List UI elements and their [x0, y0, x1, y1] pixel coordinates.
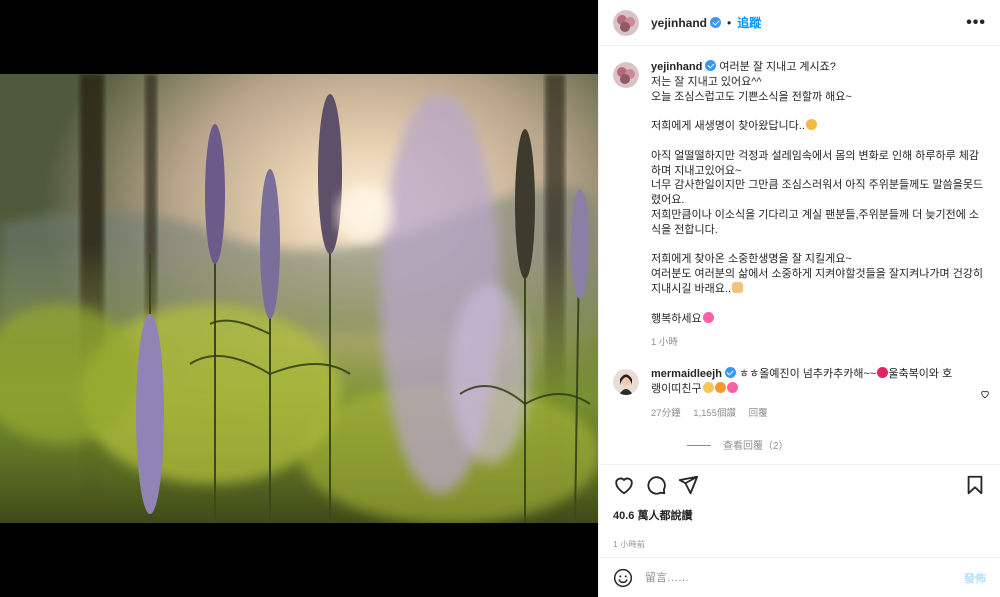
- verified-badge-icon: [710, 17, 722, 28]
- more-options-icon[interactable]: •••: [966, 14, 986, 32]
- caption: yejinhand 여러분 잘 지내고 계시죠? 저는 잘 지내고 있어요^^ …: [613, 60, 986, 351]
- caption-line: 식을 전합니다.: [651, 223, 718, 236]
- avatar[interactable]: [613, 62, 639, 88]
- instagram-post-modal: yejinhand • 追蹤 ••• yejinhand 여러분 잘 지내고 계…: [0, 0, 1000, 597]
- comment-text: 랭이띠친구: [651, 382, 702, 395]
- comment-likes[interactable]: 1,155個讚: [693, 408, 736, 419]
- caption-username[interactable]: yejinhand: [651, 61, 702, 73]
- tiger-emoji-icon: [714, 381, 726, 393]
- caption-line: 지내시길 바래요..: [651, 281, 986, 297]
- action-bar: [613, 465, 986, 505]
- avatar-image: [613, 369, 639, 396]
- smile-icon[interactable]: [613, 568, 633, 588]
- caption-line: [651, 104, 986, 119]
- likes-summary[interactable]: 40.6 萬人都說讚: [613, 507, 986, 523]
- sparkling-heart-emoji-icon: [726, 381, 738, 393]
- post-time[interactable]: 1 小時前: [613, 539, 986, 550]
- post-header: yejinhand • 追蹤 •••: [599, 0, 1000, 46]
- comment-line: mermaidleejh ㅎㅎ올예진이 넘추카추카해~~ 울축복이와 호: [651, 367, 986, 382]
- caption-body: yejinhand 여러분 잘 지내고 계시죠? 저는 잘 지내고 있어요^^ …: [651, 60, 986, 351]
- comment-icon[interactable]: [645, 474, 667, 496]
- post-comment-button[interactable]: 發佈: [964, 570, 986, 586]
- caption-meta: 1 小時: [651, 336, 986, 351]
- bookmark-icon[interactable]: [964, 474, 986, 496]
- caption-text: 지내시길 바래요..: [651, 282, 732, 295]
- caption-line: [651, 297, 986, 312]
- sparkling-heart-emoji-icon: [702, 311, 714, 323]
- comment: mermaidleejh ㅎㅎ올예진이 넘추카추카해~~ 울축복이와 호 랭이띠친…: [613, 367, 986, 421]
- avatar[interactable]: [613, 369, 639, 396]
- red-heart-emoji-icon: [877, 367, 889, 379]
- comment-text: ㅎㅎ올예진이 넘추카추카해~~: [738, 368, 877, 381]
- caption-line: 저희에게 새생명이 찾아왔답니다..: [651, 119, 986, 134]
- caption-line: yejinhand 여러분 잘 지내고 계시죠?: [651, 60, 986, 75]
- caption-line: [651, 134, 986, 149]
- caption-line: 여러분도 여러분의 삶에서 소중하게 지켜야할것들을 잘지켜나가며 건강히: [651, 268, 984, 281]
- comment-time[interactable]: 27分鐘: [651, 408, 681, 419]
- add-comment-bar: 發佈: [599, 557, 1000, 597]
- heart-icon[interactable]: [613, 474, 635, 496]
- comment-like-heart-icon[interactable]: [980, 389, 990, 399]
- caption-line: 저는 잘 지내고 있어요^^: [651, 75, 762, 88]
- post-actions-area: 40.6 萬人都說讚 1 小時前: [599, 464, 1000, 550]
- verified-badge-icon: [724, 367, 736, 379]
- caption-text: 저희에게 새생명이 찾아왔답니다..: [651, 120, 805, 133]
- verified-badge-icon: [705, 60, 717, 71]
- avatar-image: [613, 62, 639, 88]
- comment-body: mermaidleejh ㅎㅎ올예진이 넘추카추카해~~ 울축복이와 호 랭이띠친…: [651, 367, 986, 421]
- caption-line: 너무 감사한일이지만 그만큼 조심스러워서 아직 주위분들께도 말씀을못드: [651, 179, 984, 192]
- reply-button[interactable]: 回覆: [749, 408, 768, 419]
- caption-time[interactable]: 1 小時: [651, 337, 678, 348]
- caption-text: 여러분 잘 지내고 계시죠?: [719, 61, 836, 73]
- comment-meta: 27分鐘 1,155個讚 回覆: [651, 407, 986, 422]
- comments-list[interactable]: yejinhand 여러분 잘 지내고 계시죠? 저는 잘 지내고 있어요^^ …: [599, 46, 1000, 464]
- folded-hands-emoji-icon: [732, 281, 744, 293]
- media-pane: [0, 0, 598, 597]
- caption-line: 오늘 조심스럽고도 기쁜소식을 전할까 해요~: [651, 90, 852, 103]
- caption-line: 저희만큼이나 이소식을 기다리고 계실 팬분들,주위분들께 더 늦기전에 소: [651, 208, 980, 221]
- caption-line: 행복하세요: [651, 311, 986, 327]
- comment-username[interactable]: mermaidleejh: [651, 368, 722, 380]
- share-icon[interactable]: [677, 474, 699, 496]
- caption-line: 아직 얼떨떨하지만 걱정과 설레임속에서 몸의 변화로 인해 하루하루 체감: [651, 149, 980, 162]
- post-username[interactable]: yejinhand: [651, 16, 707, 30]
- caption-line: 렸어요.: [651, 194, 685, 207]
- separator-dot: •: [727, 15, 732, 30]
- comment-input[interactable]: [645, 571, 964, 584]
- caption-line: [651, 238, 986, 253]
- smiling-emoji-icon: [805, 119, 817, 131]
- avatar[interactable]: [613, 9, 639, 36]
- baby-emoji-icon: [702, 381, 714, 393]
- post-photo[interactable]: [0, 74, 598, 523]
- caption-text: 행복하세요: [651, 312, 702, 325]
- view-replies-button[interactable]: 查看回覆（2）: [687, 437, 986, 452]
- avatar-image: [613, 9, 639, 36]
- post-side-panel: yejinhand • 追蹤 ••• yejinhand 여러분 잘 지내고 계…: [598, 0, 1000, 597]
- follow-button[interactable]: 追蹤: [737, 14, 761, 31]
- caption-line: 하며 지내고있어요~: [651, 164, 742, 177]
- caption-line: 저희에게 찾아온 소중한생명을 잘 지킬게요~: [651, 253, 852, 266]
- comment-text: 울축복이와 호: [888, 368, 953, 381]
- comment-line: 랭이띠친구: [651, 381, 986, 397]
